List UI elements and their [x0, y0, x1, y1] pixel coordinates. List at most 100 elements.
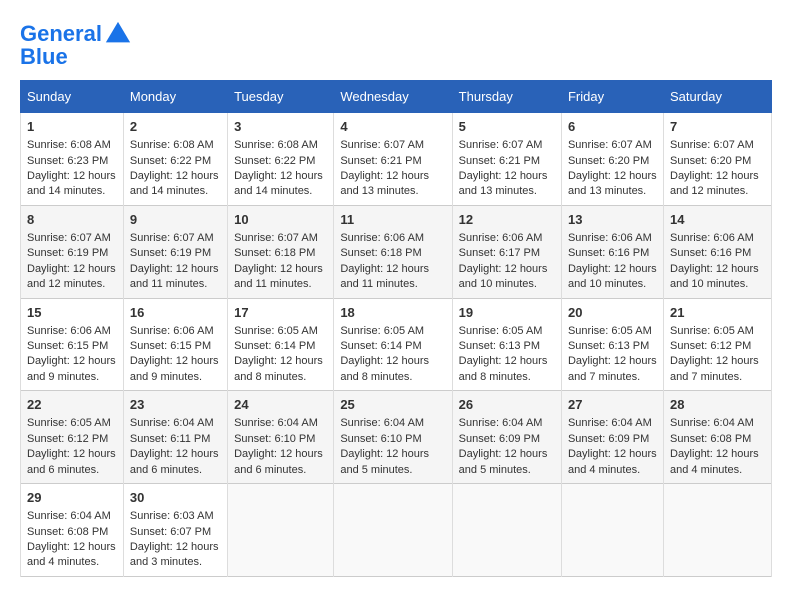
sunset: Sunset: 6:15 PM	[27, 340, 108, 352]
daylight: Daylight: 12 hours and 6 minutes.	[27, 448, 116, 475]
sunset: Sunset: 6:12 PM	[27, 433, 108, 445]
calendar-cell: 26Sunrise: 6:04 AMSunset: 6:09 PMDayligh…	[452, 391, 561, 484]
weekday-header: Wednesday	[334, 81, 452, 113]
sunset: Sunset: 6:15 PM	[130, 340, 211, 352]
sunrise: Sunrise: 6:05 AM	[670, 325, 754, 337]
day-number: 5	[459, 118, 555, 136]
sunrise: Sunrise: 6:07 AM	[459, 139, 543, 151]
sunset: Sunset: 6:13 PM	[459, 340, 540, 352]
calendar-week-row: 15Sunrise: 6:06 AMSunset: 6:15 PMDayligh…	[21, 298, 772, 391]
day-number: 6	[568, 118, 657, 136]
daylight: Daylight: 12 hours and 5 minutes.	[340, 448, 429, 475]
daylight: Daylight: 12 hours and 14 minutes.	[130, 170, 219, 197]
daylight: Daylight: 12 hours and 11 minutes.	[130, 263, 219, 290]
daylight: Daylight: 12 hours and 13 minutes.	[340, 170, 429, 197]
calendar-cell: 13Sunrise: 6:06 AMSunset: 6:16 PMDayligh…	[561, 205, 663, 298]
daylight: Daylight: 12 hours and 6 minutes.	[234, 448, 323, 475]
sunset: Sunset: 6:22 PM	[130, 155, 211, 167]
sunrise: Sunrise: 6:06 AM	[27, 325, 111, 337]
calendar-cell	[452, 484, 561, 577]
daylight: Daylight: 12 hours and 14 minutes.	[27, 170, 116, 197]
sunrise: Sunrise: 6:07 AM	[670, 139, 754, 151]
sunset: Sunset: 6:14 PM	[340, 340, 421, 352]
weekday-header: Tuesday	[228, 81, 334, 113]
daylight: Daylight: 12 hours and 10 minutes.	[670, 263, 759, 290]
calendar-week-row: 22Sunrise: 6:05 AMSunset: 6:12 PMDayligh…	[21, 391, 772, 484]
daylight: Daylight: 12 hours and 12 minutes.	[670, 170, 759, 197]
calendar-cell	[664, 484, 772, 577]
sunrise: Sunrise: 6:04 AM	[459, 417, 543, 429]
calendar-cell: 9Sunrise: 6:07 AMSunset: 6:19 PMDaylight…	[123, 205, 227, 298]
calendar-cell: 5 Sunrise: 6:07 AM Sunset: 6:21 PM Daylight…	[452, 113, 561, 206]
calendar-table: SundayMondayTuesdayWednesdayThursdayFrid…	[20, 80, 772, 577]
day-number: 23	[130, 396, 221, 414]
logo-icon	[104, 20, 132, 48]
daylight: Daylight: 12 hours and 11 minutes.	[340, 263, 429, 290]
daylight: Daylight: 12 hours and 4 minutes.	[670, 448, 759, 475]
sunrise: Sunrise: 6:04 AM	[670, 417, 754, 429]
day-number: 30	[130, 489, 221, 507]
daylight: Daylight: 12 hours and 6 minutes.	[130, 448, 219, 475]
sunset: Sunset: 6:16 PM	[670, 247, 751, 259]
sunset: Sunset: 6:18 PM	[340, 247, 421, 259]
day-number: 4	[340, 118, 445, 136]
calendar-cell: 3Sunrise: 6:08 AMSunset: 6:22 PMDaylight…	[228, 113, 334, 206]
sunset: Sunset: 6:11 PM	[130, 433, 211, 445]
sunset: Sunset: 6:07 PM	[130, 526, 211, 538]
weekday-header: Friday	[561, 81, 663, 113]
sunset: Sunset: 6:22 PM	[234, 155, 315, 167]
calendar-cell: 22Sunrise: 6:05 AMSunset: 6:12 PMDayligh…	[21, 391, 124, 484]
sunset: Sunset: 6:09 PM	[568, 433, 649, 445]
day-number: 29	[27, 489, 117, 507]
calendar-cell: 11Sunrise: 6:06 AMSunset: 6:18 PMDayligh…	[334, 205, 452, 298]
sunset: Sunset: 6:17 PM	[459, 247, 540, 259]
calendar-cell	[561, 484, 663, 577]
calendar-cell: 28Sunrise: 6:04 AMSunset: 6:08 PMDayligh…	[664, 391, 772, 484]
logo: General Blue	[20, 20, 132, 70]
day-number: 12	[459, 211, 555, 229]
weekday-header: Thursday	[452, 81, 561, 113]
daylight: Daylight: 12 hours and 4 minutes.	[568, 448, 657, 475]
sunset: Sunset: 6:21 PM	[340, 155, 421, 167]
sunrise: Sunrise: 6:06 AM	[130, 325, 214, 337]
day-number: 16	[130, 304, 221, 322]
daylight: Daylight: 12 hours and 7 minutes.	[670, 355, 759, 382]
calendar-cell: 16Sunrise: 6:06 AMSunset: 6:15 PMDayligh…	[123, 298, 227, 391]
sunrise: Sunrise: 6:04 AM	[27, 510, 111, 522]
day-number: 7	[670, 118, 765, 136]
sunrise: Sunrise: 6:07 AM	[234, 232, 318, 244]
sunrise: Sunrise: 6:04 AM	[234, 417, 318, 429]
day-number: 11	[340, 211, 445, 229]
day-number: 9	[130, 211, 221, 229]
calendar-cell: 8Sunrise: 6:07 AMSunset: 6:19 PMDaylight…	[21, 205, 124, 298]
calendar-week-row: 1Sunrise: 6:08 AMSunset: 6:23 PMDaylight…	[21, 113, 772, 206]
sunrise: Sunrise: 6:05 AM	[459, 325, 543, 337]
daylight: Daylight: 12 hours and 8 minutes.	[340, 355, 429, 382]
day-number: 28	[670, 396, 765, 414]
daylight: Daylight: 12 hours and 13 minutes.	[459, 170, 548, 197]
day-number: 17	[234, 304, 327, 322]
sunset: Sunset: 6:13 PM	[568, 340, 649, 352]
sunset: Sunset: 6:23 PM	[27, 155, 108, 167]
sunrise: Sunrise: 6:08 AM	[27, 139, 111, 151]
calendar-cell: 6Sunrise: 6:07 AMSunset: 6:20 PMDaylight…	[561, 113, 663, 206]
daylight: Daylight: 12 hours and 5 minutes.	[459, 448, 548, 475]
calendar-cell: 4Sunrise: 6:07 AMSunset: 6:21 PMDaylight…	[334, 113, 452, 206]
sunrise: Sunrise: 6:06 AM	[670, 232, 754, 244]
sunset: Sunset: 6:21 PM	[459, 155, 540, 167]
daylight: Daylight: 12 hours and 10 minutes.	[568, 263, 657, 290]
day-number: 18	[340, 304, 445, 322]
sunrise: Sunrise: 6:05 AM	[234, 325, 318, 337]
daylight: Daylight: 12 hours and 8 minutes.	[459, 355, 548, 382]
calendar-cell: 2Sunrise: 6:08 AMSunset: 6:22 PMDaylight…	[123, 113, 227, 206]
calendar-cell: 17Sunrise: 6:05 AMSunset: 6:14 PMDayligh…	[228, 298, 334, 391]
calendar-cell: 29Sunrise: 6:04 AMSunset: 6:08 PMDayligh…	[21, 484, 124, 577]
calendar-cell: 18Sunrise: 6:05 AMSunset: 6:14 PMDayligh…	[334, 298, 452, 391]
daylight: Daylight: 12 hours and 10 minutes.	[459, 263, 548, 290]
daylight: Daylight: 12 hours and 13 minutes.	[568, 170, 657, 197]
sunrise: Sunrise: 6:07 AM	[130, 232, 214, 244]
daylight: Daylight: 12 hours and 7 minutes.	[568, 355, 657, 382]
daylight: Daylight: 12 hours and 12 minutes.	[27, 263, 116, 290]
logo-text: General	[20, 22, 102, 46]
calendar-cell: 19Sunrise: 6:05 AMSunset: 6:13 PMDayligh…	[452, 298, 561, 391]
